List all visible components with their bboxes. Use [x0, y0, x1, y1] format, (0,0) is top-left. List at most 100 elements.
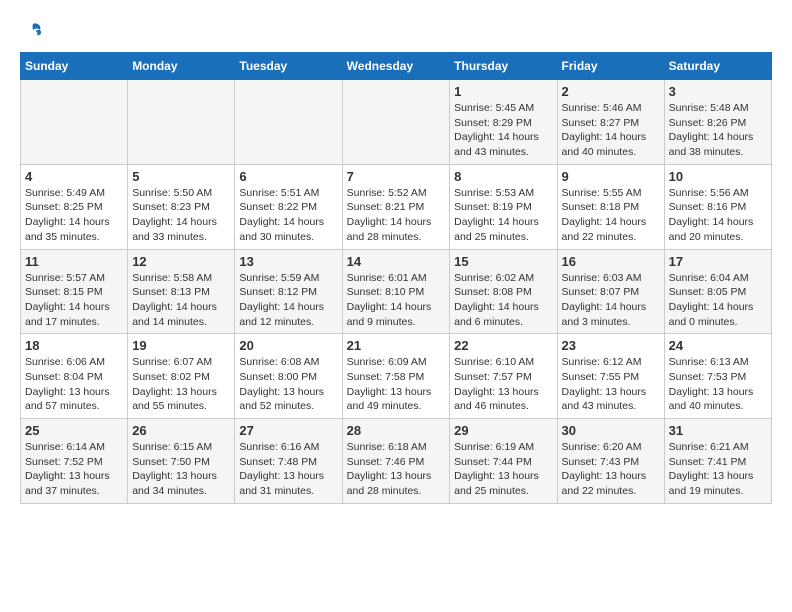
- day-info: Sunrise: 5:56 AM Sunset: 8:16 PM Dayligh…: [669, 186, 767, 245]
- calendar-cell: 1Sunrise: 5:45 AM Sunset: 8:29 PM Daylig…: [450, 80, 557, 165]
- calendar-cell: 8 Sunrise: 5:53 AM Sunset: 8:19 PM Daylig…: [450, 164, 557, 249]
- day-number: 15: [454, 254, 552, 269]
- calendar-cell: 10 Sunrise: 5:56 AM Sunset: 8:16 PM Dayli…: [664, 164, 771, 249]
- calendar-cell: 19 Sunrise: 6:07 AM Sunset: 8:02 PM Dayli…: [128, 334, 235, 419]
- day-info: Sunrise: 5:49 AM Sunset: 8:25 PM Dayligh…: [25, 186, 123, 245]
- logo-bird-icon: [22, 20, 44, 42]
- calendar-cell: 14 Sunrise: 6:01 AM Sunset: 8:10 PM Dayli…: [342, 249, 450, 334]
- day-number: 19: [132, 338, 230, 353]
- day-info: Sunrise: 6:13 AM Sunset: 7:53 PM Dayligh…: [669, 355, 767, 414]
- header-sunday: Sunday: [21, 53, 128, 80]
- calendar-cell: 27 Sunrise: 6:16 AM Sunset: 7:48 PM Dayli…: [235, 419, 342, 504]
- day-number: 28: [347, 423, 446, 438]
- calendar-cell: 18 Sunrise: 6:06 AM Sunset: 8:04 PM Dayli…: [21, 334, 128, 419]
- header-thursday: Thursday: [450, 53, 557, 80]
- day-number: 9: [562, 169, 660, 184]
- day-info: Sunrise: 6:07 AM Sunset: 8:02 PM Dayligh…: [132, 355, 230, 414]
- day-info: Sunrise: 6:09 AM Sunset: 7:58 PM Dayligh…: [347, 355, 446, 414]
- calendar-cell: 28 Sunrise: 6:18 AM Sunset: 7:46 PM Dayli…: [342, 419, 450, 504]
- calendar-cell: 31 Sunrise: 6:21 AM Sunset: 7:41 PM Dayli…: [664, 419, 771, 504]
- day-info: Sunrise: 6:20 AM Sunset: 7:43 PM Dayligh…: [562, 440, 660, 499]
- calendar-cell: 13Sunrise: 5:59 AM Sunset: 8:12 PM Dayli…: [235, 249, 342, 334]
- calendar-week-row: 4 Sunrise: 5:49 AM Sunset: 8:25 PM Daylig…: [21, 164, 772, 249]
- calendar-cell: 7 Sunrise: 5:52 AM Sunset: 8:21 PM Daylig…: [342, 164, 450, 249]
- day-number: 5: [132, 169, 230, 184]
- page-header: [20, 20, 772, 42]
- day-info: Sunrise: 5:55 AM Sunset: 8:18 PM Dayligh…: [562, 186, 660, 245]
- day-info: Sunrise: 6:15 AM Sunset: 7:50 PM Dayligh…: [132, 440, 230, 499]
- calendar-cell: 29Sunrise: 6:19 AM Sunset: 7:44 PM Dayli…: [450, 419, 557, 504]
- day-info: Sunrise: 5:50 AM Sunset: 8:23 PM Dayligh…: [132, 186, 230, 245]
- calendar-cell: 5 Sunrise: 5:50 AM Sunset: 8:23 PM Daylig…: [128, 164, 235, 249]
- header-tuesday: Tuesday: [235, 53, 342, 80]
- day-number: 8: [454, 169, 552, 184]
- day-info: Sunrise: 5:45 AM Sunset: 8:29 PM Dayligh…: [454, 101, 552, 160]
- calendar-cell: [128, 80, 235, 165]
- day-info: Sunrise: 6:18 AM Sunset: 7:46 PM Dayligh…: [347, 440, 446, 499]
- day-info: Sunrise: 6:16 AM Sunset: 7:48 PM Dayligh…: [239, 440, 337, 499]
- day-number: 13: [239, 254, 337, 269]
- calendar-week-row: 18 Sunrise: 6:06 AM Sunset: 8:04 PM Dayli…: [21, 334, 772, 419]
- day-info: Sunrise: 6:14 AM Sunset: 7:52 PM Dayligh…: [25, 440, 123, 499]
- day-number: 16: [562, 254, 660, 269]
- day-number: 3: [669, 84, 767, 99]
- day-number: 18: [25, 338, 123, 353]
- day-number: 17: [669, 254, 767, 269]
- day-info: Sunrise: 5:57 AM Sunset: 8:15 PM Dayligh…: [25, 271, 123, 330]
- day-number: 12: [132, 254, 230, 269]
- day-number: 23: [562, 338, 660, 353]
- day-info: Sunrise: 5:52 AM Sunset: 8:21 PM Dayligh…: [347, 186, 446, 245]
- calendar-cell: 21 Sunrise: 6:09 AM Sunset: 7:58 PM Dayli…: [342, 334, 450, 419]
- calendar-cell: 24Sunrise: 6:13 AM Sunset: 7:53 PM Dayli…: [664, 334, 771, 419]
- header-friday: Friday: [557, 53, 664, 80]
- day-number: 27: [239, 423, 337, 438]
- day-info: Sunrise: 5:53 AM Sunset: 8:19 PM Dayligh…: [454, 186, 552, 245]
- calendar-header-row: SundayMondayTuesdayWednesdayThursdayFrid…: [21, 53, 772, 80]
- day-number: 31: [669, 423, 767, 438]
- calendar-cell: 6 Sunrise: 5:51 AM Sunset: 8:22 PM Daylig…: [235, 164, 342, 249]
- day-info: Sunrise: 6:10 AM Sunset: 7:57 PM Dayligh…: [454, 355, 552, 414]
- calendar-cell: [21, 80, 128, 165]
- calendar-cell: 11 Sunrise: 5:57 AM Sunset: 8:15 PM Dayli…: [21, 249, 128, 334]
- logo: [20, 20, 44, 42]
- calendar-cell: 12 Sunrise: 5:58 AM Sunset: 8:13 PM Dayli…: [128, 249, 235, 334]
- day-info: Sunrise: 6:21 AM Sunset: 7:41 PM Dayligh…: [669, 440, 767, 499]
- day-number: 20: [239, 338, 337, 353]
- calendar-week-row: 1Sunrise: 5:45 AM Sunset: 8:29 PM Daylig…: [21, 80, 772, 165]
- day-info: Sunrise: 6:08 AM Sunset: 8:00 PM Dayligh…: [239, 355, 337, 414]
- calendar-cell: 25 Sunrise: 6:14 AM Sunset: 7:52 PM Dayli…: [21, 419, 128, 504]
- day-number: 14: [347, 254, 446, 269]
- day-number: 30: [562, 423, 660, 438]
- day-number: 4: [25, 169, 123, 184]
- day-number: 25: [25, 423, 123, 438]
- day-info: Sunrise: 6:04 AM Sunset: 8:05 PM Dayligh…: [669, 271, 767, 330]
- day-number: 22: [454, 338, 552, 353]
- day-info: Sunrise: 6:12 AM Sunset: 7:55 PM Dayligh…: [562, 355, 660, 414]
- day-number: 26: [132, 423, 230, 438]
- calendar-week-row: 11 Sunrise: 5:57 AM Sunset: 8:15 PM Dayli…: [21, 249, 772, 334]
- day-info: Sunrise: 5:51 AM Sunset: 8:22 PM Dayligh…: [239, 186, 337, 245]
- calendar-cell: 26 Sunrise: 6:15 AM Sunset: 7:50 PM Dayli…: [128, 419, 235, 504]
- calendar-cell: 9 Sunrise: 5:55 AM Sunset: 8:18 PM Daylig…: [557, 164, 664, 249]
- calendar-week-row: 25 Sunrise: 6:14 AM Sunset: 7:52 PM Dayli…: [21, 419, 772, 504]
- header-saturday: Saturday: [664, 53, 771, 80]
- day-number: 11: [25, 254, 123, 269]
- day-info: Sunrise: 6:06 AM Sunset: 8:04 PM Dayligh…: [25, 355, 123, 414]
- calendar-cell: 30 Sunrise: 6:20 AM Sunset: 7:43 PM Dayli…: [557, 419, 664, 504]
- day-number: 6: [239, 169, 337, 184]
- calendar-cell: [235, 80, 342, 165]
- calendar-cell: [342, 80, 450, 165]
- calendar-cell: 4 Sunrise: 5:49 AM Sunset: 8:25 PM Daylig…: [21, 164, 128, 249]
- calendar-cell: 23 Sunrise: 6:12 AM Sunset: 7:55 PM Dayli…: [557, 334, 664, 419]
- calendar-cell: 16 Sunrise: 6:03 AM Sunset: 8:07 PM Dayli…: [557, 249, 664, 334]
- day-info: Sunrise: 5:48 AM Sunset: 8:26 PM Dayligh…: [669, 101, 767, 160]
- day-info: Sunrise: 6:03 AM Sunset: 8:07 PM Dayligh…: [562, 271, 660, 330]
- calendar-cell: 2Sunrise: 5:46 AM Sunset: 8:27 PM Daylig…: [557, 80, 664, 165]
- day-info: Sunrise: 6:19 AM Sunset: 7:44 PM Dayligh…: [454, 440, 552, 499]
- day-info: Sunrise: 6:01 AM Sunset: 8:10 PM Dayligh…: [347, 271, 446, 330]
- day-number: 21: [347, 338, 446, 353]
- day-number: 10: [669, 169, 767, 184]
- day-info: Sunrise: 5:58 AM Sunset: 8:13 PM Dayligh…: [132, 271, 230, 330]
- calendar-cell: 15Sunrise: 6:02 AM Sunset: 8:08 PM Dayli…: [450, 249, 557, 334]
- day-number: 7: [347, 169, 446, 184]
